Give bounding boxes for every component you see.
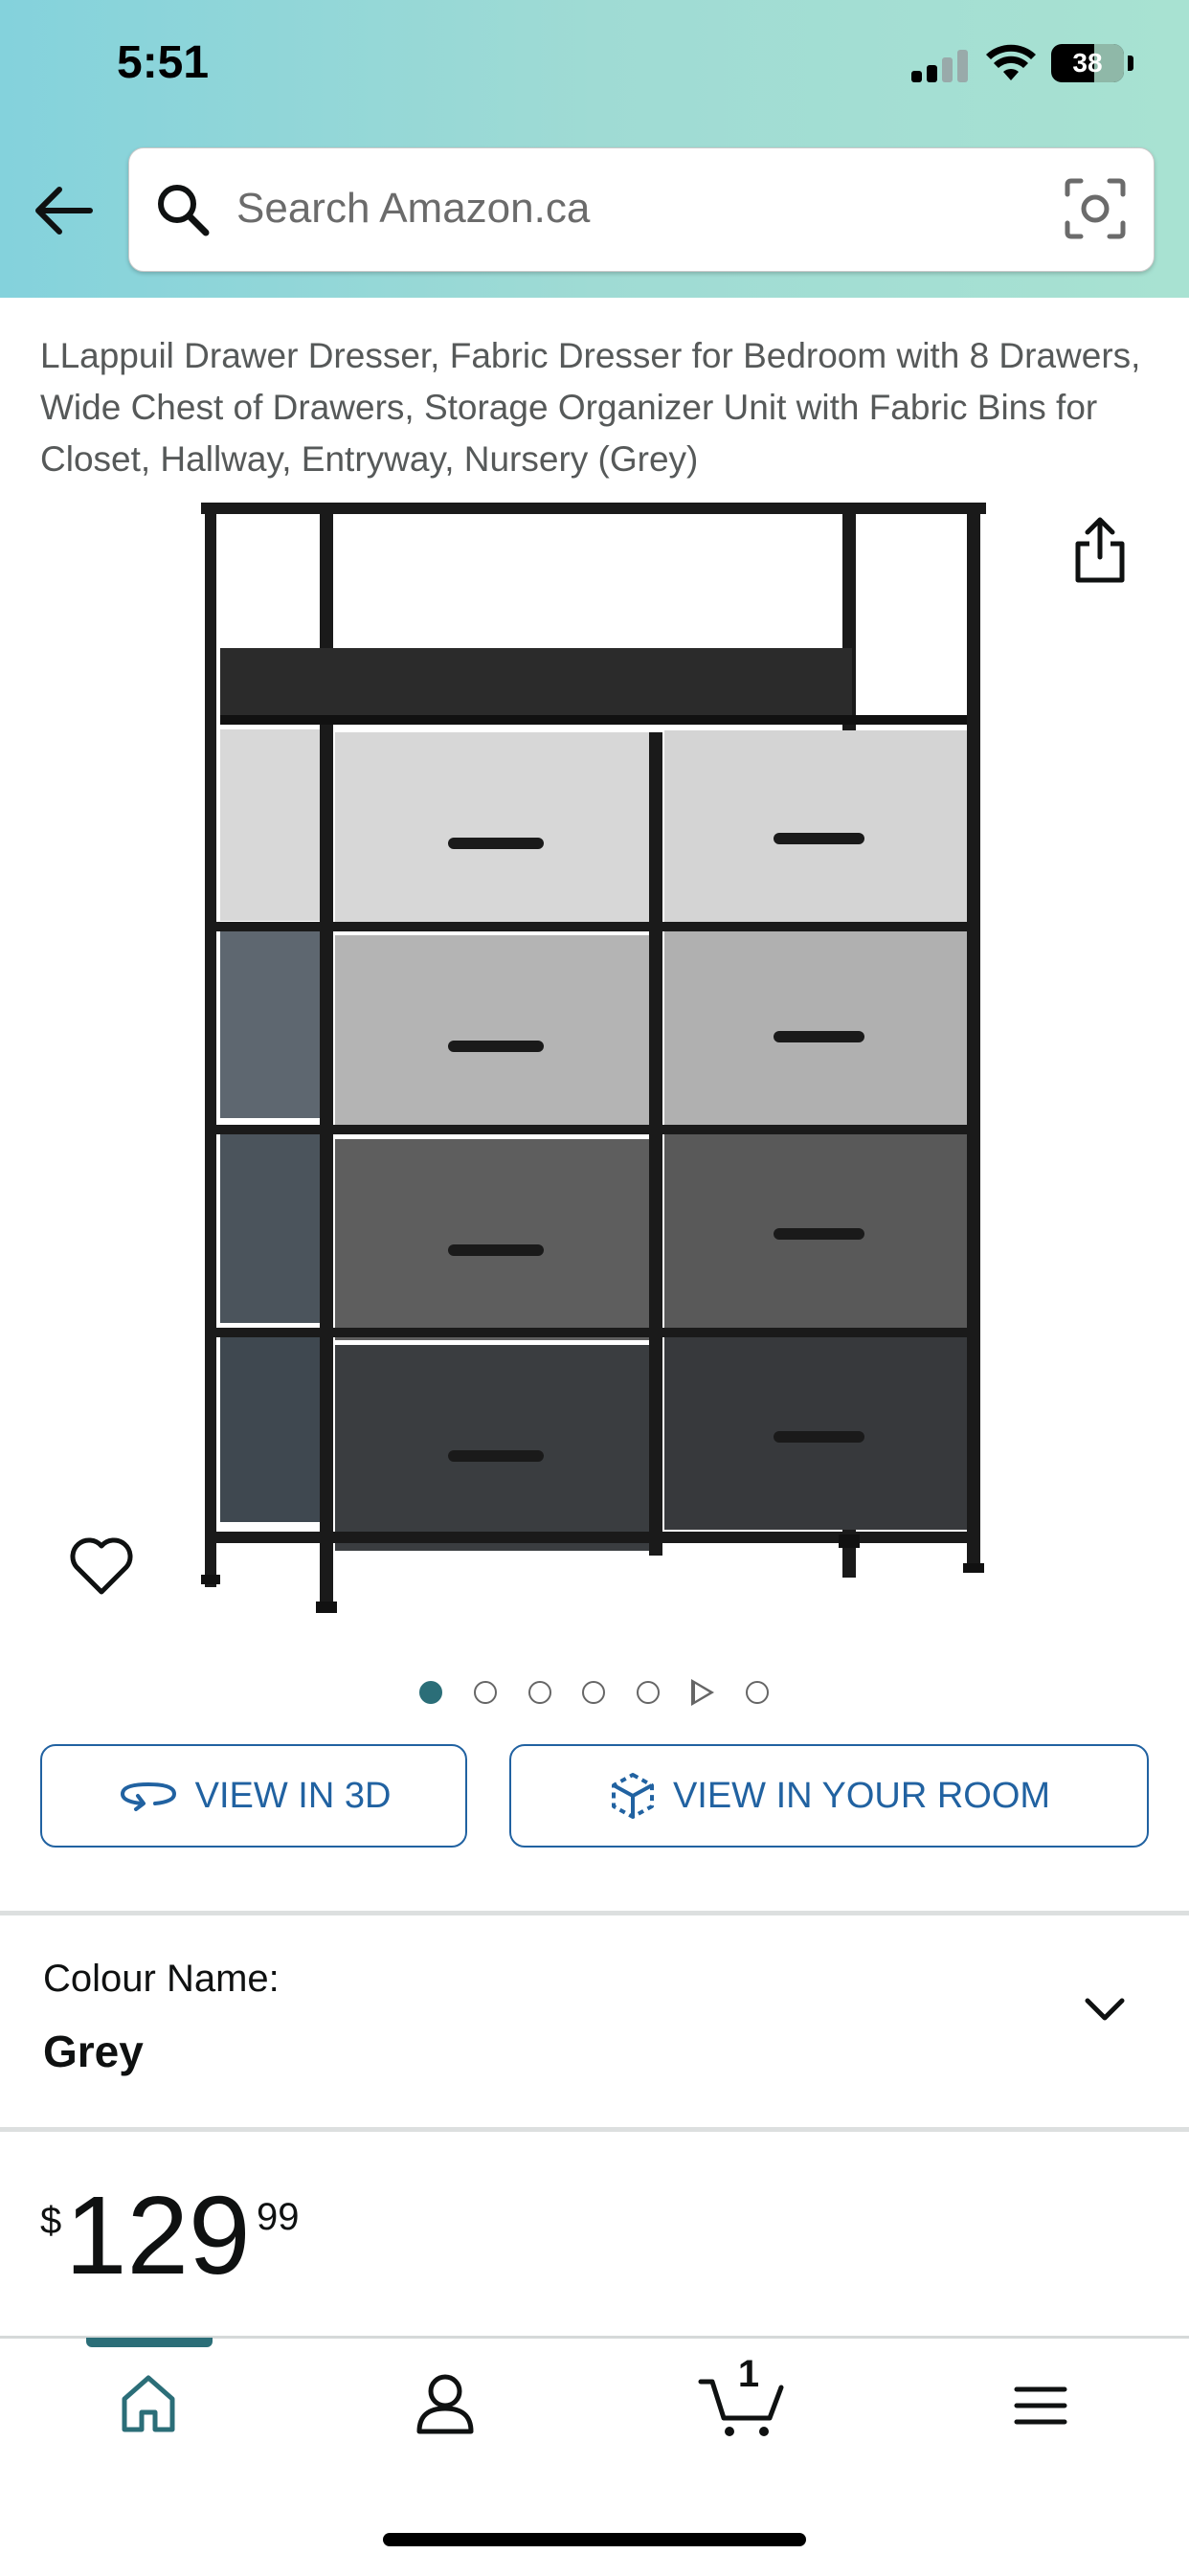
carousel-dot[interactable] [528,1681,551,1704]
view-in-3d-label: VIEW IN 3D [194,1775,392,1816]
chevron-down-icon[interactable] [1082,1991,1128,2029]
search-icon [158,185,210,236]
section-divider [0,1911,1189,1915]
rotate-3d-icon [120,1781,176,1811]
heart-icon[interactable] [69,1536,134,1596]
product-image[interactable] [191,493,996,1613]
image-carousel-indicator [0,1677,1189,1715]
price-fraction: 99 [257,2196,300,2238]
product-title[interactable]: LLappuil Drawer Dresser, Fabric Dresser … [40,330,1151,485]
carousel-dot[interactable] [474,1681,497,1704]
wifi-icon [986,44,1036,80]
home-indicator [383,2533,806,2546]
home-icon[interactable] [115,2370,182,2437]
header: 5:51 38 Search Amazon.ca [0,0,1189,298]
section-divider [0,2127,1189,2132]
battery-level: 38 [1072,48,1103,78]
carousel-dot[interactable] [419,1681,442,1704]
share-icon[interactable] [1070,515,1130,584]
carousel-dot[interactable] [746,1681,769,1704]
active-tab-indicator [86,2338,213,2347]
carousel-dot[interactable] [637,1681,660,1704]
view-in-your-room-label: VIEW IN YOUR ROOM [672,1775,1051,1816]
video-play-icon[interactable] [691,1679,714,1706]
price-currency: $ [40,2200,62,2242]
carousel-dot[interactable] [582,1681,605,1704]
battery-icon: 38 [1051,44,1124,82]
search-placeholder: Search Amazon.ca [236,185,591,232]
colour-name-value[interactable]: Grey [43,2026,144,2077]
ar-cube-icon [611,1773,654,1819]
status-time: 5:51 [117,37,210,88]
price-whole: 129 [65,2173,251,2297]
menu-icon[interactable] [1013,2384,1068,2428]
account-icon[interactable] [412,2370,479,2437]
camera-search-icon[interactable] [1064,177,1127,240]
cart-count-badge: 1 [737,2353,760,2395]
cellular-signal-icon [911,48,969,82]
back-arrow-icon[interactable] [29,182,98,239]
view-in-3d-button[interactable]: VIEW IN 3D [40,1744,467,1848]
battery-nub [1128,56,1133,71]
search-input[interactable]: Search Amazon.ca [128,147,1155,272]
view-in-your-room-button[interactable]: VIEW IN YOUR ROOM [509,1744,1149,1848]
colour-name-label: Colour Name: [43,1958,280,2000]
